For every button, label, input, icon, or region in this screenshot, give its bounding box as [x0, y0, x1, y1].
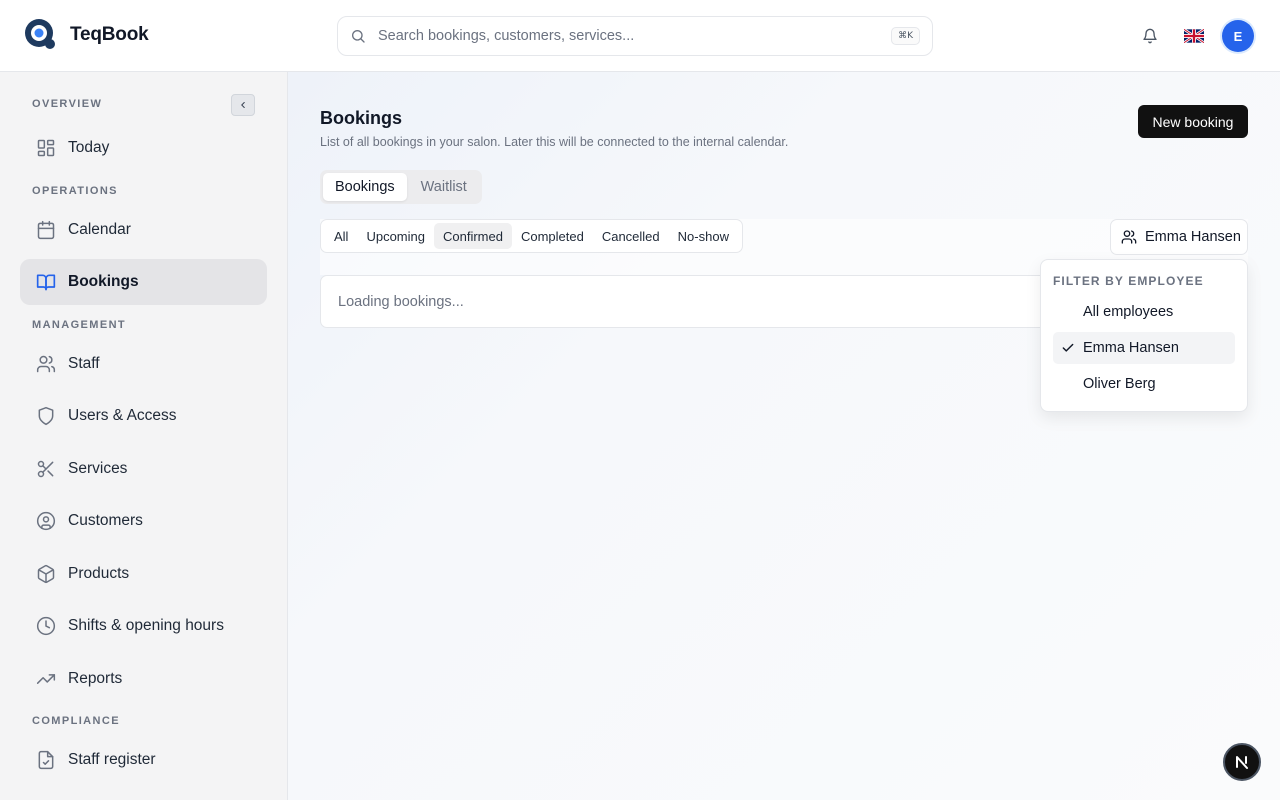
package-icon [37, 564, 55, 584]
sidebar-item-label: Services [68, 460, 128, 477]
sidebar-item-label: Today [68, 139, 110, 156]
check-icon [1062, 343, 1074, 352]
collapse-sidebar-button[interactable] [231, 94, 255, 116]
sidebar-item-services[interactable]: Services [20, 446, 267, 492]
status-filter-all[interactable]: All [325, 223, 357, 249]
section-label-overview: OVERVIEW [32, 98, 103, 110]
sidebar: OVERVIEW Today OPERATIONS Calendar Booki… [0, 72, 288, 800]
search-icon [352, 30, 365, 43]
sidebar-item-label: Users & Access [68, 407, 177, 424]
sidebar-item-products[interactable]: Products [20, 551, 267, 597]
file-check-icon [38, 750, 54, 770]
sidebar-item-today[interactable]: Today [20, 125, 267, 171]
scissors-icon [37, 460, 54, 478]
sidebar-item-reports[interactable]: Reports [20, 656, 267, 702]
sidebar-item-calendar[interactable]: Calendar [20, 207, 267, 253]
sidebar-item-label: Products [68, 565, 130, 582]
sidebar-item-bookings[interactable]: Bookings [20, 259, 267, 305]
dashboard-icon [37, 139, 55, 157]
sidebar-item-customers[interactable]: Customers [20, 498, 267, 544]
employee-filter-button[interactable]: Emma Hansen [1110, 219, 1248, 255]
global-search[interactable]: ⌘K [337, 16, 933, 56]
sidebar-item-label: Customers [68, 512, 143, 529]
sidebar-item-label: Staff register [68, 751, 156, 768]
clock-icon [36, 616, 56, 636]
search-shortcut-badge: ⌘K [891, 27, 920, 45]
teqbook-logo-icon [24, 18, 58, 52]
sidebar-item-label: Staff [68, 355, 100, 372]
status-filter-completed[interactable]: Completed [512, 223, 593, 249]
status-filter-cancelled[interactable]: Cancelled [593, 223, 669, 249]
sidebar-item-staff[interactable]: Staff [20, 341, 267, 387]
employee-option-oliver-berg[interactable]: Oliver Berg [1053, 368, 1235, 400]
search-input[interactable] [378, 28, 892, 44]
loading-text: Loading bookings... [338, 293, 464, 310]
status-filter-no-show[interactable]: No-show [669, 223, 738, 249]
sidebar-item-label: Bookings [68, 273, 139, 290]
status-filter-upcoming[interactable]: Upcoming [357, 223, 434, 249]
sidebar-item-label: Reports [68, 670, 123, 687]
page-title: Bookings [320, 108, 403, 128]
tab-bookings[interactable]: Bookings [323, 173, 407, 201]
section-label-operations: OPERATIONS [32, 185, 118, 197]
employee-option-all[interactable]: All employees [1053, 296, 1235, 328]
employee-filter-menu-label: Filter by employee [1053, 274, 1204, 288]
notifications-button[interactable] [1138, 24, 1162, 48]
user-circle-icon [36, 511, 56, 531]
trending-up-icon [36, 674, 56, 684]
option-label: Emma Hansen [1083, 340, 1179, 356]
nextjs-dev-badge[interactable] [1223, 743, 1261, 781]
employee-option-emma-hansen[interactable]: Emma Hansen [1053, 332, 1235, 364]
new-booking-button[interactable]: New booking [1138, 105, 1248, 138]
status-filter-group: All Upcoming Confirmed Completed Cancell… [320, 219, 743, 253]
status-filter-confirmed[interactable]: Confirmed [433, 223, 512, 249]
uk-flag-icon [1184, 29, 1204, 43]
brand[interactable]: TeqBook [24, 18, 149, 52]
section-label-compliance: COMPLIANCE [32, 715, 120, 727]
main-content: Bookings List of all bookings in your sa… [288, 72, 1280, 800]
view-tabs: Bookings Waitlist [320, 170, 482, 204]
book-open-icon [36, 274, 56, 291]
sidebar-item-staff-register[interactable]: Staff register [20, 737, 267, 783]
sidebar-item-label: Shifts & opening hours [68, 617, 224, 634]
tab-waitlist[interactable]: Waitlist [409, 173, 479, 201]
employee-filter-menu: Filter by employee All employees Emma Ha… [1040, 259, 1248, 412]
option-label: Oliver Berg [1083, 376, 1156, 392]
shield-icon [38, 406, 54, 426]
users-icon [36, 355, 56, 373]
brand-name: TeqBook [70, 24, 149, 45]
chevron-left-icon [241, 101, 245, 109]
bell-icon [1143, 28, 1157, 44]
n-logo-icon [1236, 756, 1248, 769]
calendar-icon [37, 220, 55, 240]
option-label: All employees [1083, 304, 1174, 320]
top-header: TeqBook ⌘K E [0, 0, 1280, 72]
section-label-management: MANAGEMENT [32, 319, 127, 331]
language-button[interactable] [1182, 24, 1206, 48]
users-icon [1121, 230, 1137, 244]
user-avatar[interactable]: E [1222, 20, 1254, 52]
sidebar-item-label: Calendar [68, 221, 131, 238]
sidebar-item-shifts[interactable]: Shifts & opening hours [20, 603, 267, 649]
page-subtitle: List of all bookings in your salon. Late… [320, 135, 789, 149]
sidebar-item-users-access[interactable]: Users & Access [20, 393, 267, 439]
employee-filter-value: Emma Hansen [1145, 229, 1241, 245]
